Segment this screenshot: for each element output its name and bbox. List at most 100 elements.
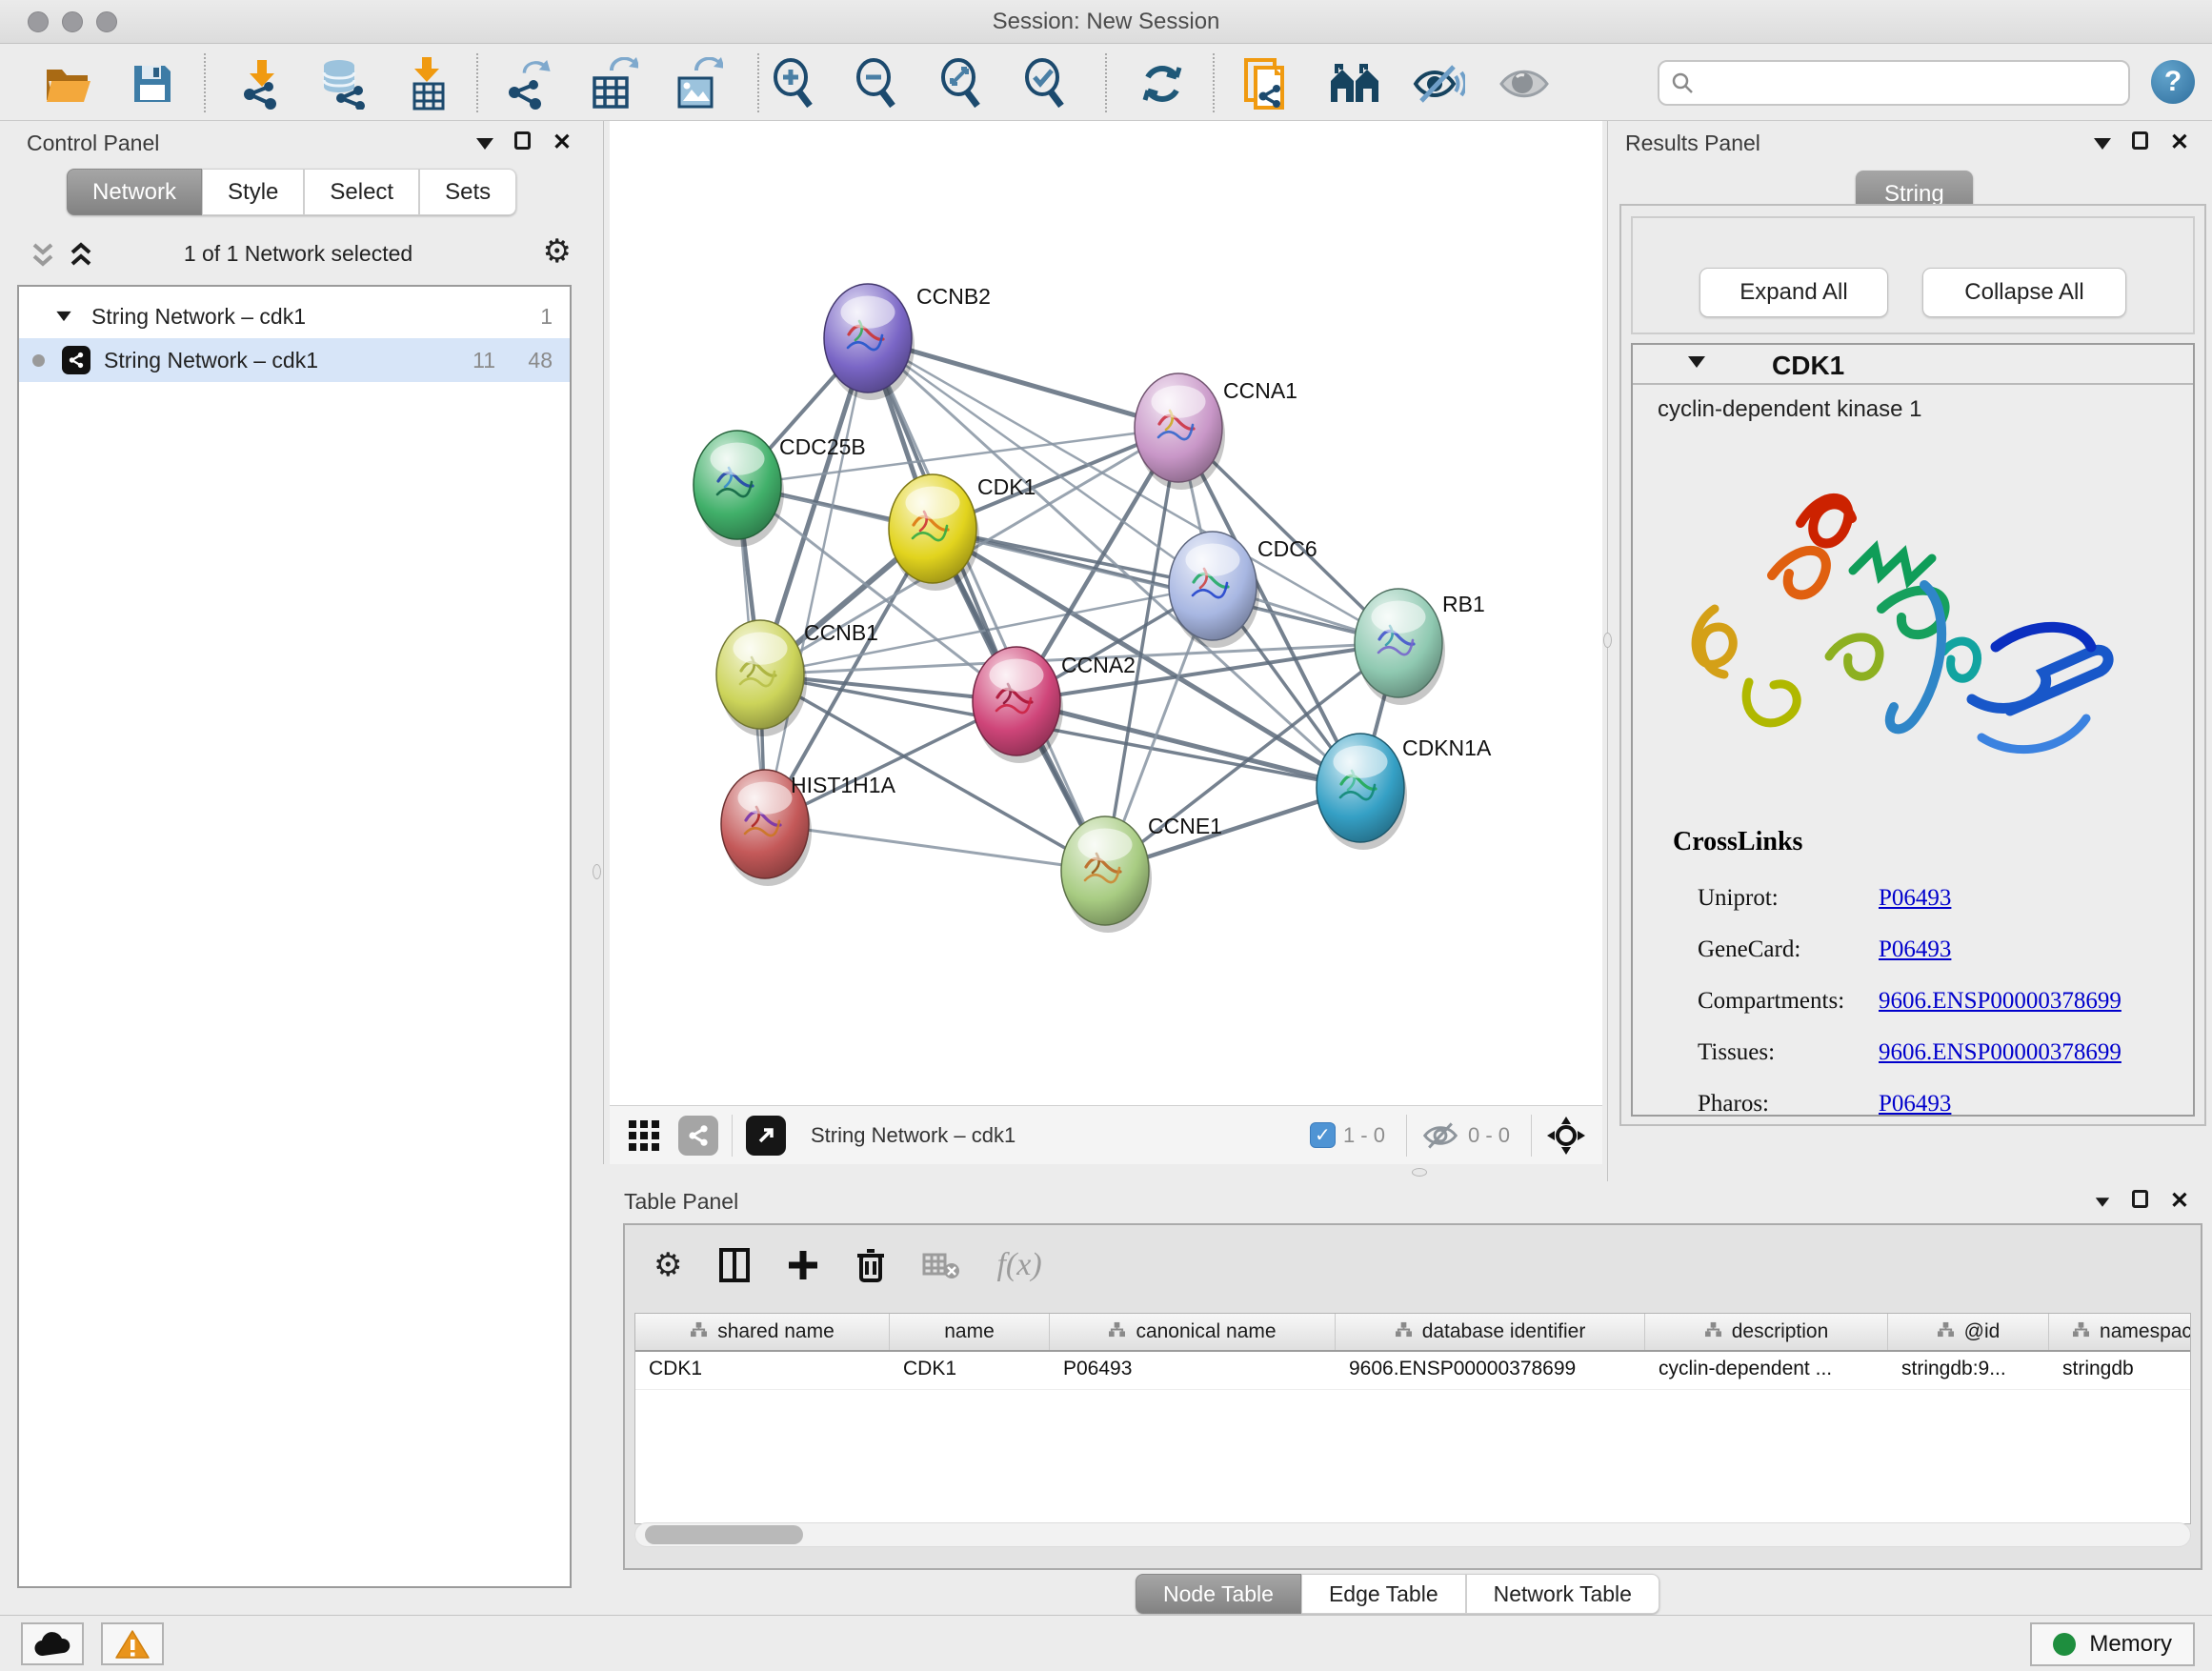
table-cell[interactable]: P06493 [1050,1352,1336,1389]
network-node-CCNE1[interactable] [1061,816,1152,933]
right-splitter-handle[interactable] [1603,633,1612,648]
panel-menu-icon[interactable] [2094,138,2111,150]
network-node-RB1[interactable] [1355,589,1445,705]
import-network-database-icon[interactable] [312,55,372,112]
table-cell[interactable]: cyclin-dependent ... [1645,1352,1888,1389]
table-cell[interactable]: stringdb:9... [1888,1352,2049,1389]
delete-column-icon[interactable] [855,1246,886,1284]
tab-sets[interactable]: Sets [419,169,516,215]
open-in-window-icon[interactable] [746,1116,786,1156]
export-table-icon[interactable] [582,55,643,112]
zoom-out-icon[interactable] [846,55,907,112]
scrollbar-thumb[interactable] [645,1525,803,1544]
column-header-canonical-name[interactable]: canonical name [1050,1314,1336,1350]
tab-node-table[interactable]: Node Table [1136,1574,1301,1614]
network-node-CDC6[interactable] [1169,532,1259,648]
zoom-in-icon[interactable] [763,55,824,112]
column-header-namespac[interactable]: namespac [2049,1314,2191,1350]
memory-button[interactable]: Memory [2030,1622,2195,1666]
table-cell[interactable]: 9606.ENSP00000378699 [1336,1352,1645,1389]
panel-menu-icon[interactable] [476,138,493,150]
collection-expand-icon[interactable] [56,312,70,321]
tab-style[interactable]: Style [202,169,304,215]
crosslink-link[interactable]: P06493 [1879,885,1951,912]
section-header[interactable]: CDK1 [1633,345,2193,385]
crosslink-link[interactable]: 9606.ENSP00000378699 [1879,988,2122,1015]
close-panel-icon[interactable]: ✕ [553,129,572,156]
network-share-icon[interactable] [678,1116,718,1156]
table-options-gear-icon[interactable]: ⚙ [654,1249,682,1281]
import-network-file-icon[interactable] [231,55,292,112]
section-collapse-icon[interactable] [1688,356,1705,368]
column-header-description[interactable]: description [1645,1314,1888,1350]
tab-network[interactable]: Network [67,169,202,215]
zoom-fit-icon[interactable] [931,55,992,112]
birds-eye-grid-icon[interactable] [627,1118,665,1153]
show-columns-icon[interactable] [718,1247,751,1283]
float-panel-icon[interactable] [2132,131,2148,150]
network-collection-row[interactable]: String Network – cdk1 1 [19,294,570,338]
network-node-CCNB1[interactable] [716,620,807,736]
right-splitter[interactable] [1607,121,1608,1181]
selected-checkbox-icon[interactable]: ✓ [1310,1122,1336,1148]
tab-edge-table[interactable]: Edge Table [1301,1574,1466,1614]
collapse-all-button[interactable]: Collapse All [1922,268,2126,317]
export-image-icon[interactable] [667,55,728,112]
float-panel-icon[interactable] [514,131,531,150]
export-network-icon[interactable] [498,55,559,112]
table-cell[interactable]: stringdb [2049,1352,2191,1389]
close-panel-icon[interactable]: ✕ [2170,1187,2189,1215]
crosslink-link[interactable]: 9606.ENSP00000378699 [1879,1039,2122,1066]
table-row[interactable]: CDK1CDK1P064939606.ENSP00000378699cyclin… [635,1352,2190,1390]
network-edge-CCNE1-HIST1H1A[interactable] [765,824,1105,871]
network-node-CDKN1A[interactable] [1317,734,1407,850]
float-panel-icon[interactable] [2132,1190,2148,1208]
column-header-name[interactable]: name [890,1314,1050,1350]
center-view-icon[interactable] [1545,1115,1587,1157]
tab-select[interactable]: Select [304,169,419,215]
help-button[interactable]: ? [2151,60,2195,104]
network-options-gear-icon[interactable]: ⚙ [543,235,572,268]
expand-all-button[interactable]: Expand All [1699,268,1888,317]
panel-menu-icon[interactable] [2096,1198,2109,1207]
hidden-eye-icon[interactable] [1420,1119,1460,1152]
column-header-database-identifier[interactable]: database identifier [1336,1314,1645,1350]
toggle-visibility-icon[interactable] [1494,55,1555,112]
left-splitter-handle[interactable] [593,864,601,879]
network-node-CCNA1[interactable] [1135,373,1225,490]
zoom-selected-icon[interactable] [1015,55,1076,112]
cloud-status-button[interactable] [21,1622,84,1665]
network-node-CCNB2[interactable] [824,284,915,400]
column-header--id[interactable]: @id [1888,1314,2049,1350]
first-neighbors-icon[interactable] [1325,55,1386,112]
network-edge-CCNB2-CCNA1[interactable] [868,338,1178,428]
import-table-file-icon[interactable] [398,55,459,112]
crosslink-link[interactable]: P06493 [1879,936,1951,963]
table-cell[interactable]: CDK1 [635,1352,890,1389]
network-node-CDK1[interactable] [889,474,979,591]
search-box[interactable] [1658,60,2130,106]
warnings-button[interactable] [101,1622,164,1665]
column-header-shared-name[interactable]: shared name [635,1314,890,1350]
show-hide-icon[interactable] [1408,55,1469,112]
close-panel-icon[interactable]: ✕ [2170,129,2189,156]
network-edge-CCNB2-HIST1H1A[interactable] [765,338,868,824]
tab-network-table[interactable]: Network Table [1466,1574,1659,1614]
network-row[interactable]: String Network – cdk1 11 48 [19,338,570,382]
bottom-splitter-handle[interactable] [1412,1168,1427,1177]
network-canvas[interactable]: CCNB2CCNA1CDC25BCDK1CDC6RB1CCNB1CCNA2CDK… [610,121,1602,1105]
crosslink-link[interactable]: P06493 [1879,1091,1951,1117]
save-session-icon[interactable] [122,55,183,112]
node-table: shared namenamecanonical namedatabase id… [634,1313,2191,1524]
table-cell[interactable]: CDK1 [890,1352,1050,1389]
search-input[interactable] [1703,70,2117,96]
network-node-CCNA2[interactable] [973,647,1063,763]
new-network-from-selection-icon[interactable] [1237,55,1297,112]
left-splitter[interactable] [603,121,604,1164]
apply-layout-icon[interactable] [1132,55,1193,112]
table-horizontal-scrollbar[interactable] [634,1522,2191,1547]
network-edge-CCNB2-CCNE1[interactable] [868,338,1105,871]
open-session-icon[interactable] [38,55,99,112]
add-column-icon[interactable] [787,1247,819,1283]
network-view[interactable]: CCNB2CCNA1CDC25BCDK1CDC6RB1CCNB1CCNA2CDK… [610,121,1602,1164]
